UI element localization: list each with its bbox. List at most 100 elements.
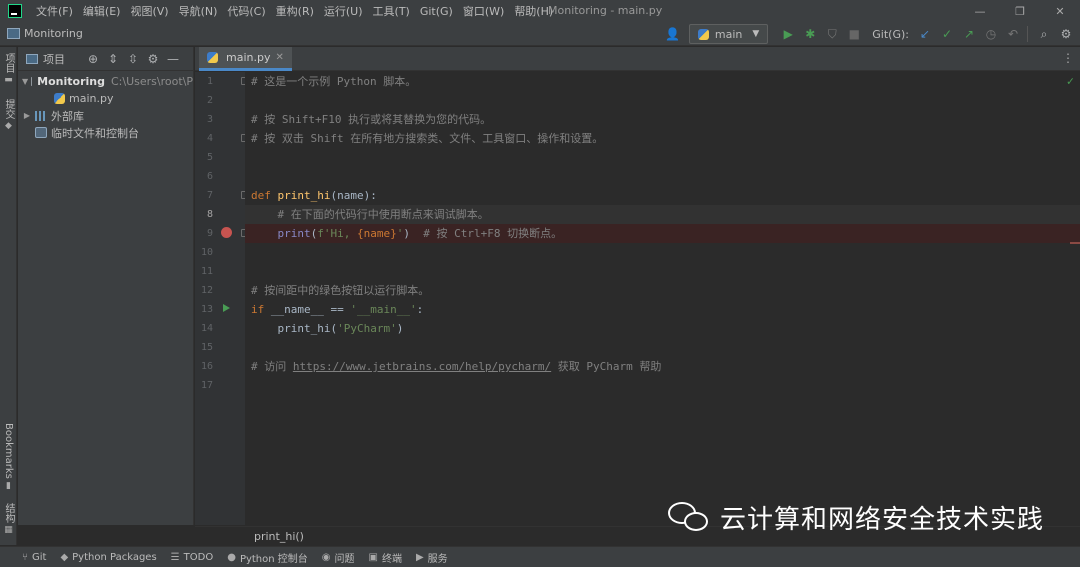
tool-services[interactable]: ▶ 服务 bbox=[416, 550, 448, 565]
stripe-project-label: 项目 bbox=[3, 53, 14, 73]
tool-python-console[interactable]: ● Python 控制台 bbox=[227, 550, 308, 565]
line-number: 15 bbox=[200, 342, 213, 353]
code-editor[interactable]: # 这是一个示例 Python 脚本。 # 按 Shift+F10 执行或将其替… bbox=[245, 72, 1080, 525]
folder-icon bbox=[7, 28, 20, 39]
menu-view[interactable]: 视图(V) bbox=[126, 3, 172, 19]
minus-icon[interactable]: — bbox=[163, 52, 183, 66]
tool-git[interactable]: ⑂ Git bbox=[22, 552, 46, 563]
python-console-icon: ● bbox=[227, 551, 236, 563]
tool-problems-label: 问题 bbox=[334, 553, 355, 565]
problems-icon: ◉ bbox=[321, 551, 331, 563]
menu-window[interactable]: 窗口(W) bbox=[459, 3, 508, 19]
tree-root-name: Monitoring bbox=[37, 75, 105, 88]
stripe-project-button[interactable]: 项目 ▬ bbox=[0, 53, 17, 87]
expand-icon[interactable]: ⇕ bbox=[103, 52, 123, 66]
run-gutter-icon[interactable] bbox=[223, 304, 230, 312]
menu-code[interactable]: 代码(C) bbox=[223, 3, 269, 19]
tree-scratches[interactable]: 临时文件和控制台 bbox=[18, 124, 193, 141]
code-line-9: print(f'Hi, {name}') # 按 Ctrl+F8 切换断点。 bbox=[245, 224, 1080, 243]
line-number: 4 bbox=[206, 133, 213, 144]
git-commit-icon[interactable]: ✓ bbox=[937, 24, 957, 44]
code-line-4: # 按 双击 Shift 在所有地方搜索类、文件、工具窗口、操作和设置。 bbox=[245, 129, 1080, 148]
code-line-13: if __name__ == '__main__': bbox=[245, 300, 1080, 319]
stripe-bookmarks-button[interactable]: Bookmarks ▮ bbox=[0, 423, 17, 493]
line-number: 10 bbox=[200, 247, 213, 258]
breadcrumb-function[interactable]: print_hi() bbox=[254, 530, 304, 543]
menu-run[interactable]: 运行(U) bbox=[320, 3, 367, 19]
tool-todo[interactable]: ☰ TODO bbox=[171, 552, 214, 563]
run-icon[interactable]: ▶ bbox=[778, 24, 798, 44]
check-icon[interactable]: ✓ bbox=[1067, 74, 1074, 88]
tool-python-packages[interactable]: ◆ Python Packages bbox=[60, 552, 156, 563]
minimize-button[interactable]: — bbox=[960, 0, 1000, 22]
code-comment: # 在下面的代码行中使用断点来调试脚本。 bbox=[251, 208, 489, 221]
window-title: Monitoring - main.py bbox=[548, 4, 663, 17]
tab-main-py[interactable]: main.py ✕ bbox=[199, 47, 292, 71]
history-icon[interactable]: ◷ bbox=[981, 24, 1001, 44]
globe-icon[interactable]: ⊕ bbox=[83, 52, 103, 66]
more-options-icon[interactable]: ⋮ bbox=[1062, 51, 1074, 65]
tool-todo-label: TODO bbox=[183, 551, 214, 563]
line-number: 7 bbox=[206, 190, 213, 201]
user-icon[interactable]: 👤 bbox=[663, 24, 683, 44]
tab-main-py-label: main.py bbox=[226, 51, 271, 64]
chevron-right-icon[interactable]: ▶ bbox=[22, 111, 32, 120]
restore-button[interactable]: ❐ bbox=[1000, 0, 1040, 22]
code-line-12: # 按间距中的绿色按钮以运行脚本。 bbox=[245, 281, 1080, 300]
settings-icon[interactable]: ⚙ bbox=[1056, 24, 1076, 44]
python-file-icon bbox=[207, 52, 218, 63]
breakpoint-icon[interactable] bbox=[221, 227, 232, 238]
code-text: print_hi( bbox=[251, 322, 338, 335]
menu-refactor[interactable]: 重构(R) bbox=[272, 3, 318, 19]
rollback-icon[interactable]: ↶ bbox=[1003, 24, 1023, 44]
services-icon: ▶ bbox=[415, 551, 424, 563]
tree-file-main[interactable]: main.py bbox=[18, 90, 193, 107]
close-icon[interactable]: ✕ bbox=[275, 52, 283, 63]
stop-icon[interactable]: ■ bbox=[844, 24, 864, 44]
debug-icon[interactable]: ✱ bbox=[800, 24, 820, 44]
menu-edit[interactable]: 编辑(E) bbox=[79, 3, 125, 19]
watermark-text: 云计算和网络安全技术实践 bbox=[720, 504, 1045, 535]
code-text: ) bbox=[403, 227, 424, 240]
menu-file[interactable]: 文件(F) bbox=[32, 3, 77, 19]
collapse-icon[interactable]: ⇳ bbox=[123, 52, 143, 66]
line-number: 17 bbox=[200, 380, 213, 391]
scratches-icon bbox=[35, 127, 47, 138]
code-line-8: # 在下面的代码行中使用断点来调试脚本。 bbox=[245, 205, 1080, 224]
nav-project-crumb[interactable]: Monitoring bbox=[24, 27, 83, 40]
stripe-structure-button[interactable]: 结构 ▦ bbox=[0, 503, 17, 537]
help-link[interactable]: https://www.jetbrains.com/help/pycharm/ bbox=[293, 360, 551, 373]
python-file-icon bbox=[54, 93, 65, 104]
menu-navigate[interactable]: 导航(N) bbox=[175, 3, 222, 19]
code-text: ) bbox=[396, 322, 404, 335]
close-window-button[interactable]: ✕ bbox=[1040, 0, 1080, 22]
git-update-icon[interactable]: ↙ bbox=[915, 24, 935, 44]
error-stripe-marker[interactable] bbox=[1070, 242, 1080, 244]
editor-gutter[interactable]: 1 2 3 4 5 6 7 8 9 10 11 12 13 14 15 16 1… bbox=[195, 72, 249, 525]
menu-bar: 文件(F) 编辑(E) 视图(V) 导航(N) 代码(C) 重构(R) 运行(U… bbox=[0, 0, 1080, 22]
code-comment: # 按 Ctrl+F8 切换断点。 bbox=[423, 227, 563, 240]
menu-tools[interactable]: 工具(T) bbox=[369, 3, 414, 19]
code-comment: # 按 双击 Shift 在所有地方搜索类、文件、工具窗口、操作和设置。 bbox=[251, 132, 604, 145]
menu-git[interactable]: Git(G) bbox=[416, 5, 457, 18]
search-icon[interactable]: ⌕ bbox=[1034, 24, 1054, 44]
git-push-icon[interactable]: ↗ bbox=[959, 24, 979, 44]
chevron-down-icon[interactable]: ▼ bbox=[22, 77, 28, 86]
code-string: 'PyCharm' bbox=[337, 322, 397, 335]
editor-tab-bar: main.py ✕ ⋮ bbox=[195, 47, 1080, 71]
bookmark-icon: ▮ bbox=[6, 480, 11, 491]
tree-root-monitoring[interactable]: ▼ Monitoring C:\Users\root\P bbox=[18, 73, 193, 90]
stripe-commit-button[interactable]: 提交 ◆ bbox=[0, 99, 17, 133]
tree-external-libs[interactable]: ▶ 外部库 bbox=[18, 107, 193, 124]
project-panel-title[interactable]: 项目 bbox=[43, 51, 65, 67]
coverage-icon[interactable]: ⛉ bbox=[822, 24, 842, 44]
gear-icon[interactable]: ⚙ bbox=[143, 52, 163, 66]
commit-icon: ◆ bbox=[5, 121, 12, 131]
tool-problems[interactable]: ◉ 问题 bbox=[322, 550, 355, 565]
run-config-selector[interactable]: main ▼ bbox=[688, 24, 769, 44]
code-comment: # 访问 bbox=[251, 360, 293, 373]
tool-terminal[interactable]: ▣ 终端 bbox=[369, 550, 402, 565]
code-line-16: # 访问 https://www.jetbrains.com/help/pych… bbox=[245, 357, 1080, 376]
code-string: '__main__' bbox=[350, 303, 417, 316]
code-function-name: print_hi bbox=[277, 189, 331, 202]
